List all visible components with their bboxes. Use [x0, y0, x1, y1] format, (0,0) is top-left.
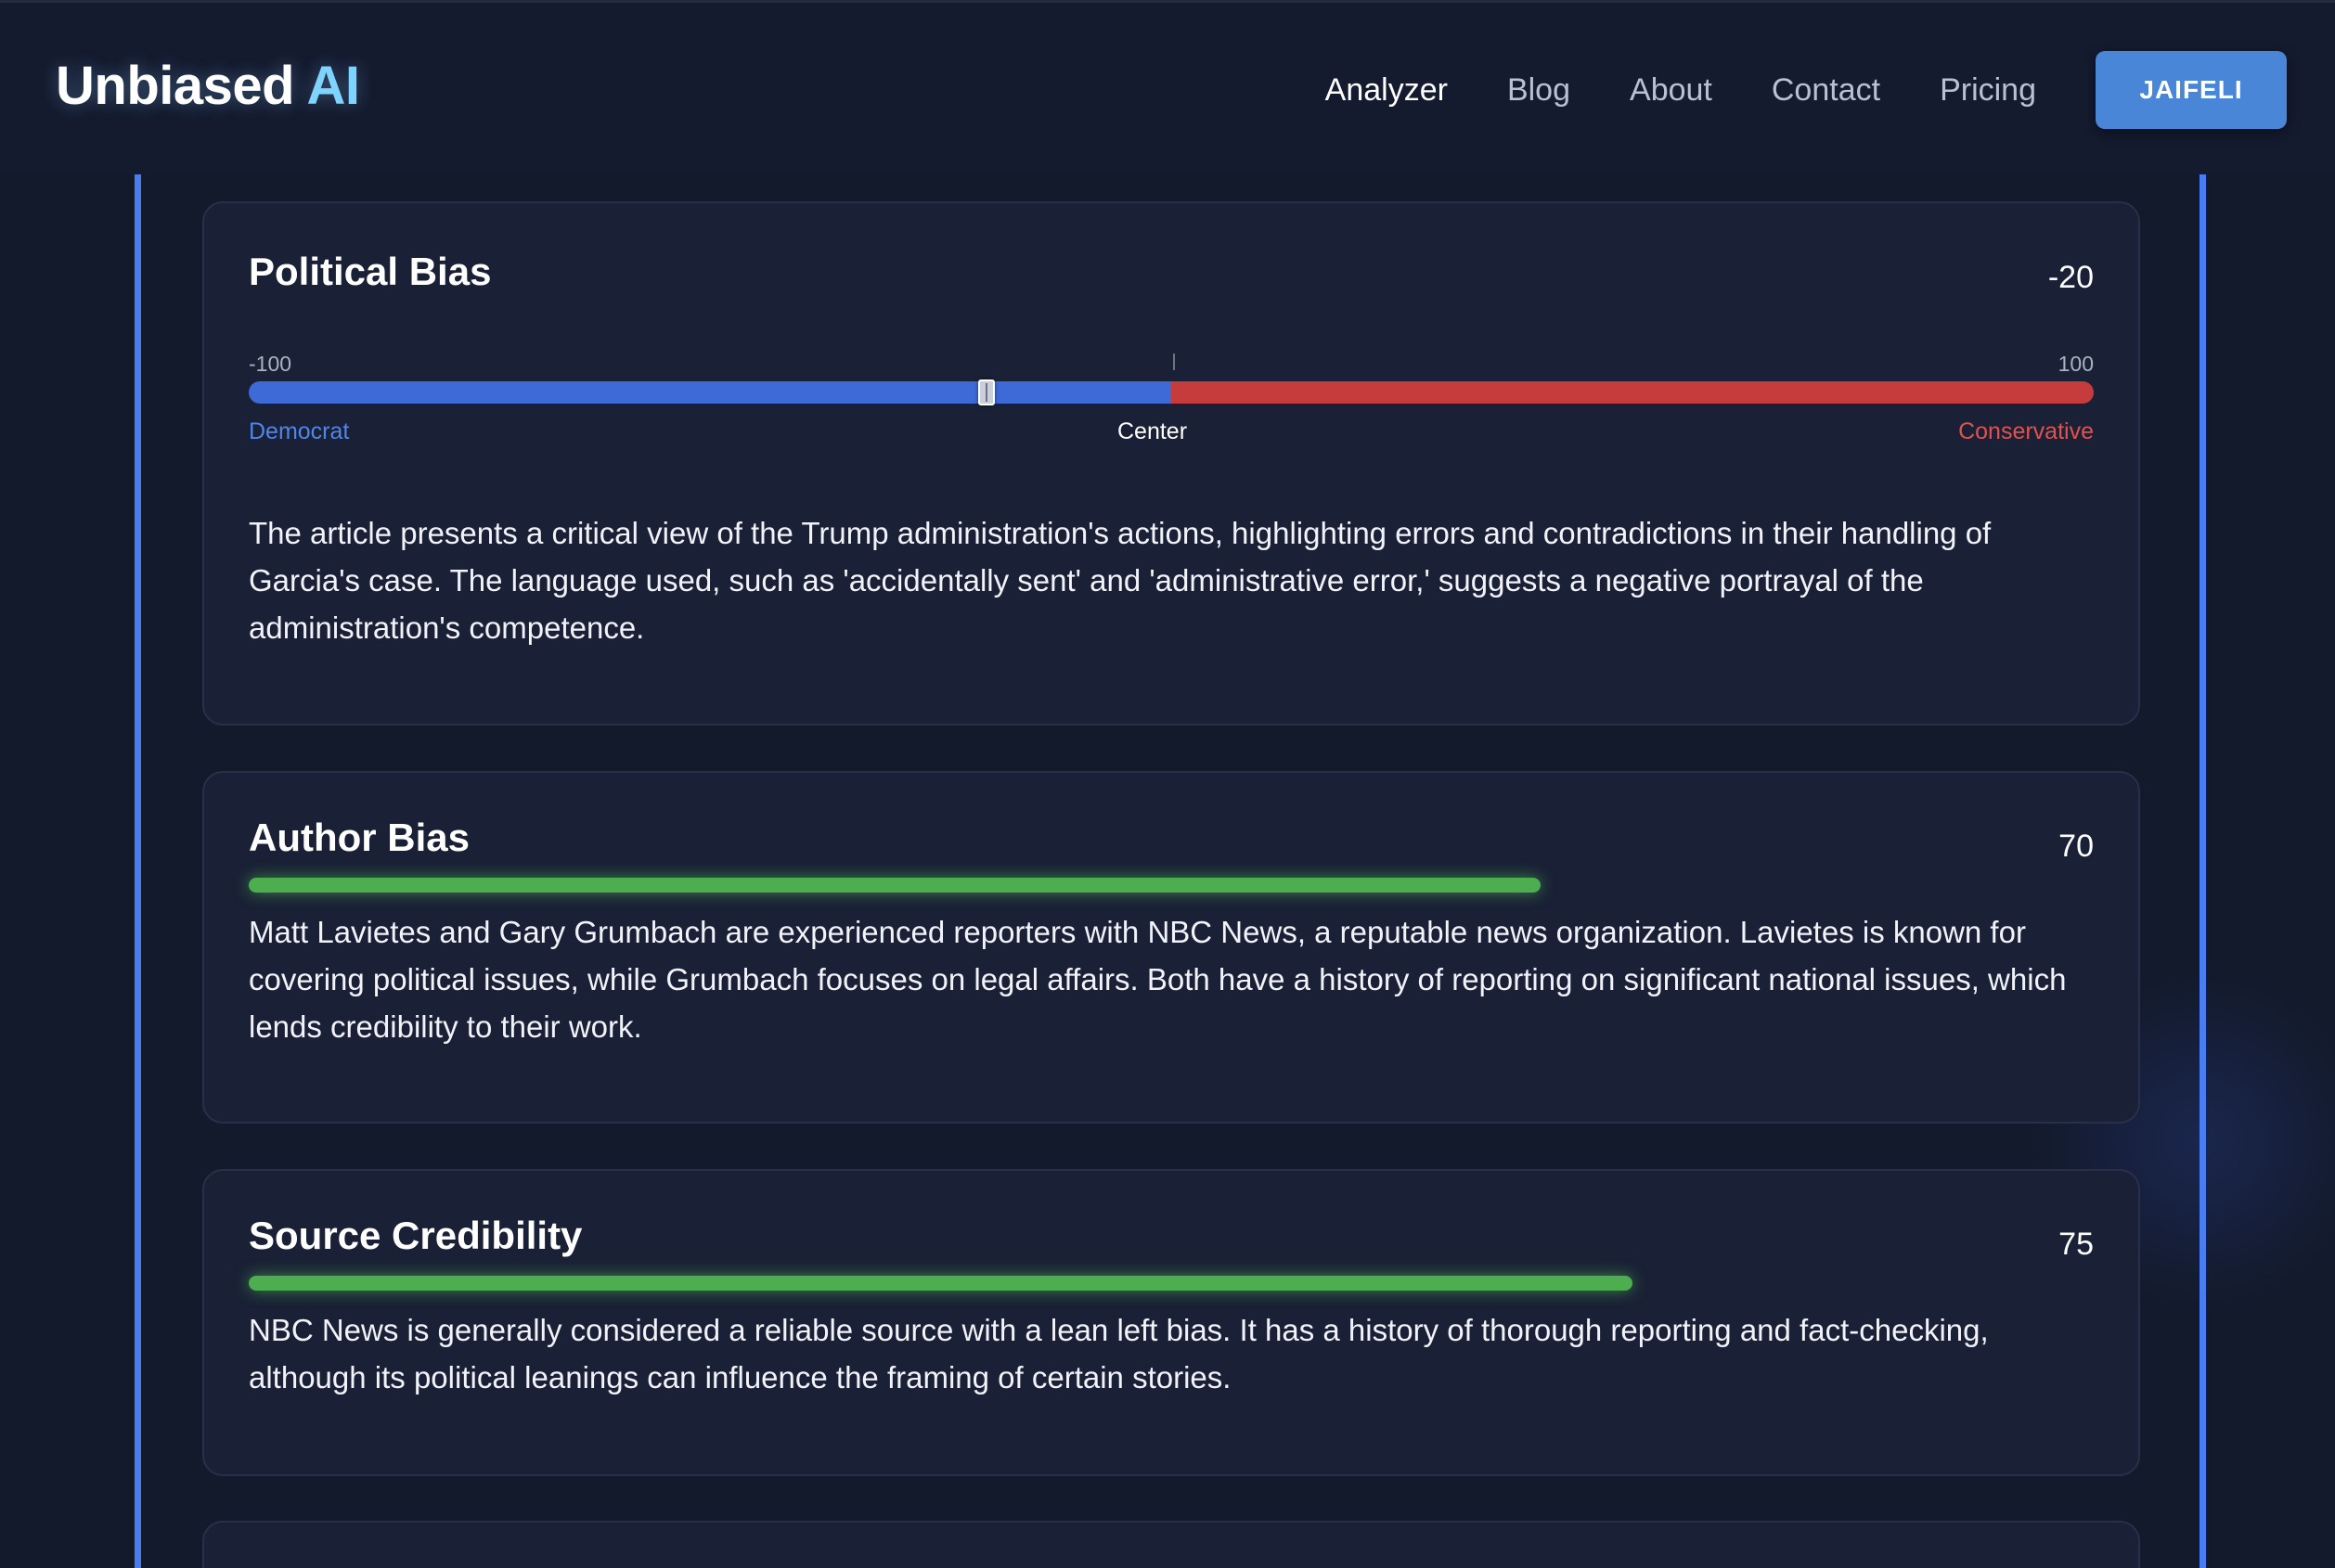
center-label: Center [1117, 418, 1188, 444]
author-bias-explanation: Matt Lavietes and Gary Grumbach are expe… [249, 915, 2067, 1044]
nav-link-about[interactable]: About [1630, 72, 1712, 109]
source-credibility-title: Source Credibility [249, 1214, 583, 1257]
democrat-label: Democrat [249, 418, 350, 444]
political-bias-explanation: The article presents a critical view of … [249, 516, 1992, 645]
scale-conservative-segment [1171, 381, 2094, 404]
next-analysis-card [202, 1521, 2140, 1568]
logo-main-text: Unbiased [56, 56, 295, 116]
author-bias-bar [249, 878, 1541, 893]
political-bias-title: Political Bias [249, 250, 492, 293]
nav-link-analyzer[interactable]: Analyzer [1325, 72, 1448, 109]
political-bias-scale [249, 381, 2094, 404]
source-credibility-score: 75 [2058, 1227, 2094, 1262]
nav-link-blog[interactable]: Blog [1507, 72, 1570, 109]
scale-max-label: 100 [2058, 352, 2094, 376]
nav-link-contact[interactable]: Contact [1772, 72, 1880, 109]
scale-min-label: -100 [249, 352, 292, 376]
source-credibility-explanation: NBC News is generally considered a relia… [249, 1313, 1989, 1394]
main-nav: Analyzer Blog About Contact Pricing JAIF… [1266, 51, 2335, 129]
logo-accent-text: AI [306, 56, 361, 116]
author-bias-card: Author Bias 70 Matt Lavietes and Gary Gr… [202, 771, 2140, 1124]
source-credibility-card: Source Credibility 75 NBC News is genera… [202, 1169, 2140, 1476]
bias-position-marker [978, 379, 996, 405]
political-bias-card: Political Bias -20 -100 100 Democrat Cen… [202, 201, 2140, 726]
source-credibility-bar [249, 1276, 1632, 1291]
scale-center-tick [1173, 353, 1175, 370]
author-bias-title: Author Bias [249, 816, 471, 859]
conservative-label: Conservative [1958, 418, 2094, 444]
user-account-button[interactable]: JAIFELI [2096, 51, 2287, 129]
nav-link-pricing[interactable]: Pricing [1940, 72, 2036, 109]
top-nav-bar: Unbiased AI Analyzer Blog About Contact … [0, 0, 2335, 174]
app-logo[interactable]: Unbiased AI [56, 55, 360, 117]
content-frame-left-border [135, 174, 141, 1568]
political-bias-score: -20 [2047, 260, 2094, 295]
content-frame-right-border [2200, 174, 2206, 1568]
scale-democrat-segment [249, 381, 1171, 404]
author-bias-score: 70 [2058, 829, 2094, 864]
